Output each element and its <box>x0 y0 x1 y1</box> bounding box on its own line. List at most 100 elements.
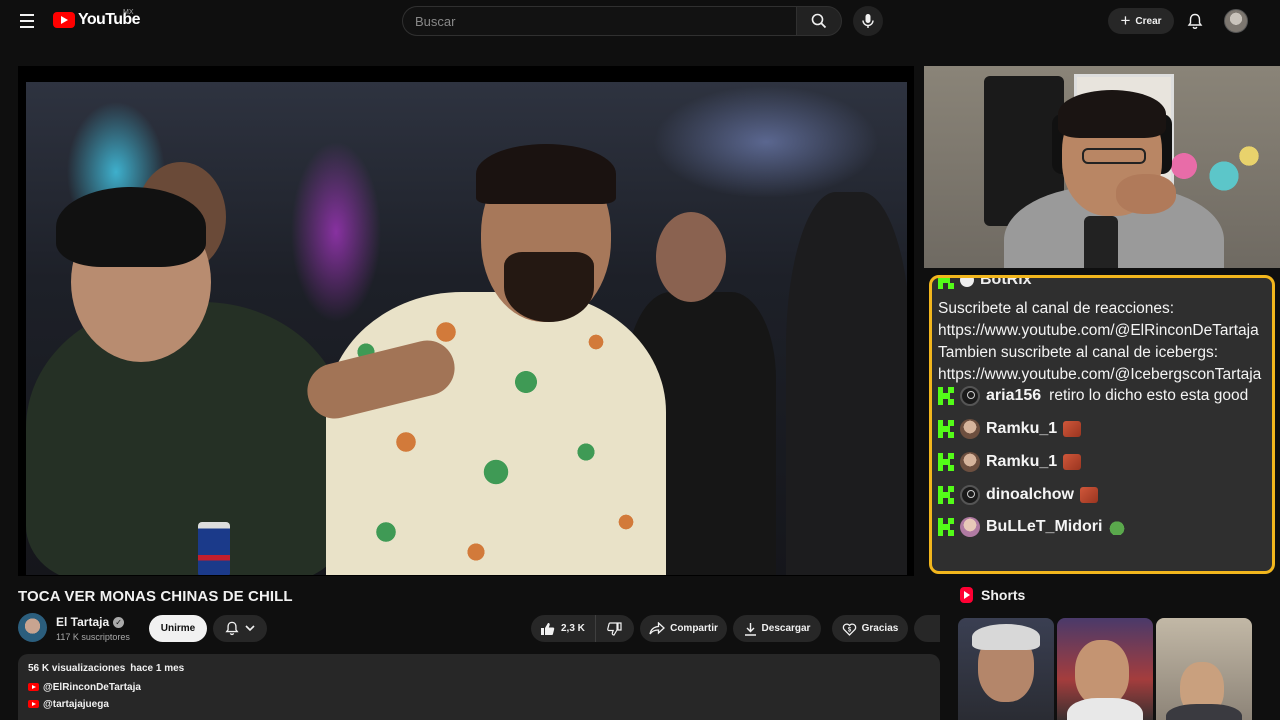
video-title: TOCA VER MONAS CHINAS DE CHILL <box>18 588 293 605</box>
kick-icon <box>938 387 954 405</box>
chat-bot-row: BotRix <box>938 275 1032 291</box>
avatar <box>960 452 980 472</box>
notification-toggle[interactable] <box>213 615 267 642</box>
scene-figure <box>656 212 726 302</box>
streamer-webcam <box>924 66 1280 268</box>
create-label: Crear <box>1135 15 1162 27</box>
thumbnail-figure <box>1067 698 1143 720</box>
country-code: MX <box>123 9 134 16</box>
scene-figure <box>786 192 907 575</box>
top-bar: YouTube MX + Crear <box>0 0 1280 42</box>
view-count: 56 K visualizaciones <box>28 663 126 674</box>
account-avatar[interactable] <box>1224 9 1248 33</box>
chat-text: retiro lo dicho esto esta good <box>1049 387 1249 404</box>
description-link[interactable]: @tartajajuega <box>28 698 930 710</box>
share-button[interactable]: Compartir <box>640 615 727 642</box>
video-frame[interactable] <box>26 82 907 575</box>
chat-username: Ramku_1 <box>986 420 1058 437</box>
youtube-logo-icon <box>53 12 75 28</box>
voice-search-button[interactable] <box>853 6 883 36</box>
kick-icon <box>938 420 954 438</box>
description-box[interactable]: 56 K visualizaciones hace 1 mes @ElRinco… <box>18 654 940 720</box>
scene-figure <box>326 292 666 575</box>
microphone <box>1084 216 1118 268</box>
chat-username: dinoalchow <box>986 486 1074 503</box>
subscriber-count: 117 K suscriptores <box>56 632 130 642</box>
chat-username: Ramku_1 <box>986 453 1058 470</box>
streamer-figure <box>1116 174 1176 214</box>
scene-figure <box>56 187 206 267</box>
emote-icon <box>1108 519 1127 535</box>
download-label: Descargar <box>761 623 811 634</box>
streamer-figure <box>1082 148 1146 164</box>
thanks-button[interactable]: $ Gracias <box>832 615 908 642</box>
dislike-button[interactable] <box>596 615 634 642</box>
like-count: 2,3 K <box>561 623 585 634</box>
chat-message: Ramku_1 <box>938 449 1082 475</box>
short-thumbnail[interactable] <box>1057 618 1153 720</box>
thanks-label: Gracias <box>861 623 899 634</box>
scene-figure <box>476 144 616 204</box>
search-input[interactable] <box>402 6 796 36</box>
bot-badge-icon <box>960 278 974 287</box>
join-button[interactable]: Unirme <box>149 615 207 642</box>
kick-icon <box>938 453 954 471</box>
chat-message: aria156 retiro lo dicho esto esta good <box>938 383 1248 409</box>
avatar <box>960 419 980 439</box>
share-icon <box>649 622 666 635</box>
thumbnail-figure <box>1166 704 1242 720</box>
like-icon <box>541 622 555 635</box>
chat-username: BuLLeT_Midori <box>986 518 1103 535</box>
channel-link-text: @ElRinconDeTartaja <box>43 681 141 693</box>
chat-message: dinoalchow <box>938 482 1098 508</box>
emote-icon <box>1063 454 1082 470</box>
shorts-title: Shorts <box>981 587 1026 603</box>
upload-date: hace 1 mes <box>130 663 185 674</box>
thanks-icon: $ <box>842 622 856 636</box>
channel-name-text: El Tartaja <box>56 615 110 629</box>
download-button[interactable]: Descargar <box>733 615 821 642</box>
kick-icon <box>938 486 954 504</box>
search-button[interactable] <box>796 6 842 36</box>
chevron-down-icon <box>245 625 255 632</box>
chat-bot-message: Suscribete al canal de reacciones: https… <box>938 300 1262 383</box>
thumbnail-figure <box>972 624 1040 650</box>
emote-icon <box>1080 487 1098 503</box>
create-button[interactable]: + Crear <box>1108 8 1174 34</box>
shorts-header: Shorts <box>960 587 1025 603</box>
streamer-figure <box>1058 90 1166 138</box>
emote-icon <box>1063 421 1082 437</box>
thumbnail-figure <box>1075 640 1129 706</box>
shorts-icon <box>960 587 973 603</box>
notifications-button[interactable] <box>1184 10 1206 32</box>
chat-overlay: BotRix Suscribete al canal de reacciones… <box>929 275 1275 574</box>
share-label: Compartir <box>670 623 718 634</box>
description-link[interactable]: @ElRinconDeTartaja <box>28 681 930 693</box>
short-thumbnail[interactable] <box>1156 618 1252 720</box>
youtube-logo-icon <box>28 683 39 691</box>
avatar <box>960 386 980 406</box>
search-bar <box>402 6 842 36</box>
like-button[interactable]: 2,3 K <box>531 615 596 642</box>
short-thumbnail[interactable] <box>958 618 1054 720</box>
mic-icon <box>862 14 874 28</box>
channel-name[interactable]: El Tartaja ✓ <box>56 615 125 629</box>
description-meta: 56 K visualizaciones hace 1 mes <box>28 663 930 674</box>
avatar <box>960 517 980 537</box>
video-player[interactable] <box>18 66 914 576</box>
scene-figure <box>198 522 230 575</box>
more-actions-button[interactable] <box>914 615 940 642</box>
download-icon <box>744 622 756 636</box>
chat-username: aria156 <box>986 387 1042 404</box>
verified-icon: ✓ <box>113 616 125 628</box>
bell-icon <box>225 621 239 636</box>
plus-icon: + <box>1120 10 1131 30</box>
channel-link-text: @tartajajuega <box>43 698 109 710</box>
chat-username: BotRix <box>980 275 1032 288</box>
channel-avatar[interactable] <box>18 613 47 642</box>
menu-icon[interactable] <box>16 10 38 32</box>
chat-message: Ramku_1 <box>938 416 1082 442</box>
scene-figure <box>504 252 594 322</box>
like-dislike-group: 2,3 K <box>531 615 634 642</box>
chat-message: BuLLeT_Midori <box>938 514 1127 540</box>
